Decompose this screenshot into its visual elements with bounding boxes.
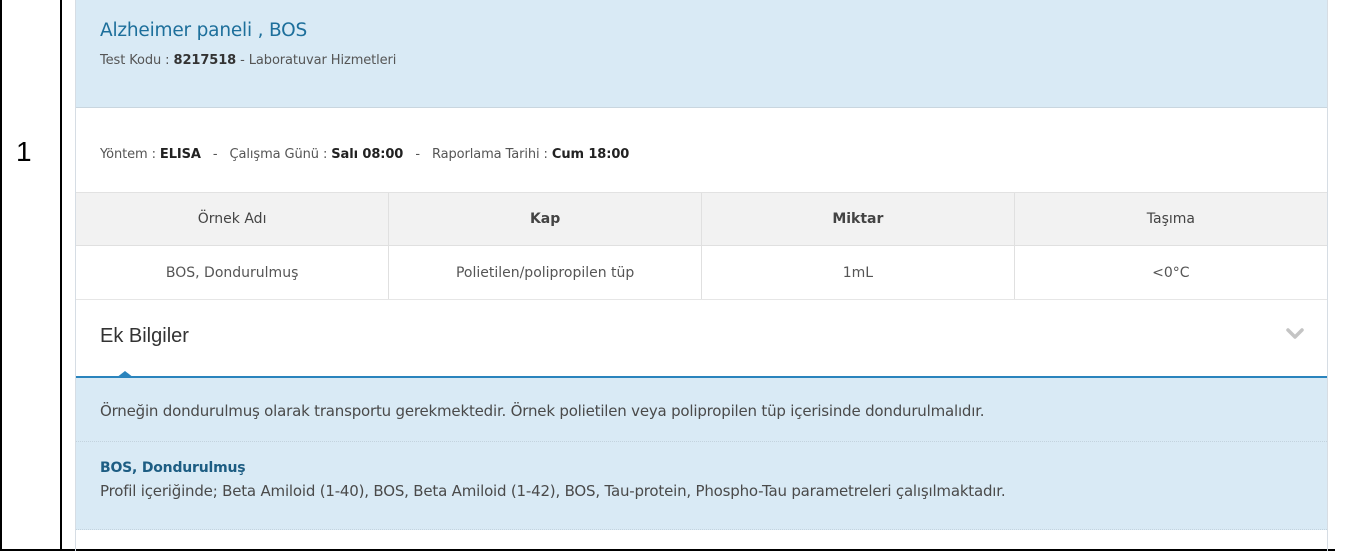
- sample-info-block: BOS, Dondurulmuş Profil içeriğinde; Beta…: [76, 442, 1327, 530]
- meta-row: Yöntem : ELISA - Çalışma Günü : Salı 08:…: [76, 108, 1327, 193]
- card-header: Alzheimer paneli , BOS Test Kodu : 82175…: [76, 0, 1327, 108]
- cell-transport: <0°C: [1014, 245, 1327, 300]
- test-code-value: 8217518: [173, 53, 237, 68]
- test-card: Alzheimer paneli , BOS Test Kodu : 82175…: [75, 0, 1328, 551]
- row-number: 1: [16, 136, 32, 167]
- test-code-line: Test Kodu : 8217518 - Laboratuvar Hizmet…: [100, 53, 1303, 68]
- test-code-label: Test Kodu :: [100, 53, 174, 68]
- report-value: Cum 18:00: [551, 147, 630, 162]
- additional-info-toggle[interactable]: Ek Bilgiler: [76, 300, 1327, 378]
- test-title[interactable]: Alzheimer paneli , BOS: [100, 20, 1303, 41]
- meta-separator: -: [415, 147, 420, 162]
- transport-note: Örneğin dondurulmuş olarak transportu ge…: [76, 378, 1327, 442]
- table-row: BOS, Dondurulmuş Polietilen/polipropilen…: [76, 245, 1327, 300]
- column-divider: [60, 0, 62, 551]
- table-header-row: Örnek Adı Kap Miktar Taşıma: [76, 193, 1327, 246]
- department-label: - Laboratuvar Hizmetleri: [236, 53, 397, 68]
- column-header-amount: Miktar: [701, 193, 1015, 246]
- sample-table: Örnek Adı Kap Miktar Taşıma BOS, Donduru…: [76, 193, 1327, 300]
- additional-info-title: Ek Bilgiler: [100, 325, 189, 347]
- method-value: ELISA: [159, 147, 201, 162]
- column-header-sample-name: Örnek Adı: [76, 193, 390, 246]
- work-day-value: Salı 08:00: [331, 147, 404, 162]
- column-header-transport: Taşıma: [1014, 193, 1327, 246]
- sample-info-description: Profil içeriğinde; Beta Amiloid (1-40), …: [100, 482, 1006, 500]
- cell-amount: 1mL: [701, 245, 1015, 300]
- cell-container: Polietilen/polipropilen tüp: [388, 245, 702, 300]
- column-header-container: Kap: [388, 193, 702, 246]
- chevron-down-icon[interactable]: [1285, 324, 1305, 344]
- cell-sample-name: BOS, Dondurulmuş: [76, 245, 390, 300]
- tab-indicator-notch: [116, 371, 134, 378]
- meta-separator: -: [212, 147, 218, 162]
- method-label: Yöntem :: [100, 147, 160, 162]
- report-label: Raporlama Tarihi :: [431, 147, 552, 162]
- work-day-label: Çalışma Günü :: [229, 147, 332, 162]
- additional-info-panel: Örneğin dondurulmuş olarak transportu ge…: [76, 378, 1327, 530]
- sample-info-name: BOS, Dondurulmuş: [100, 460, 246, 476]
